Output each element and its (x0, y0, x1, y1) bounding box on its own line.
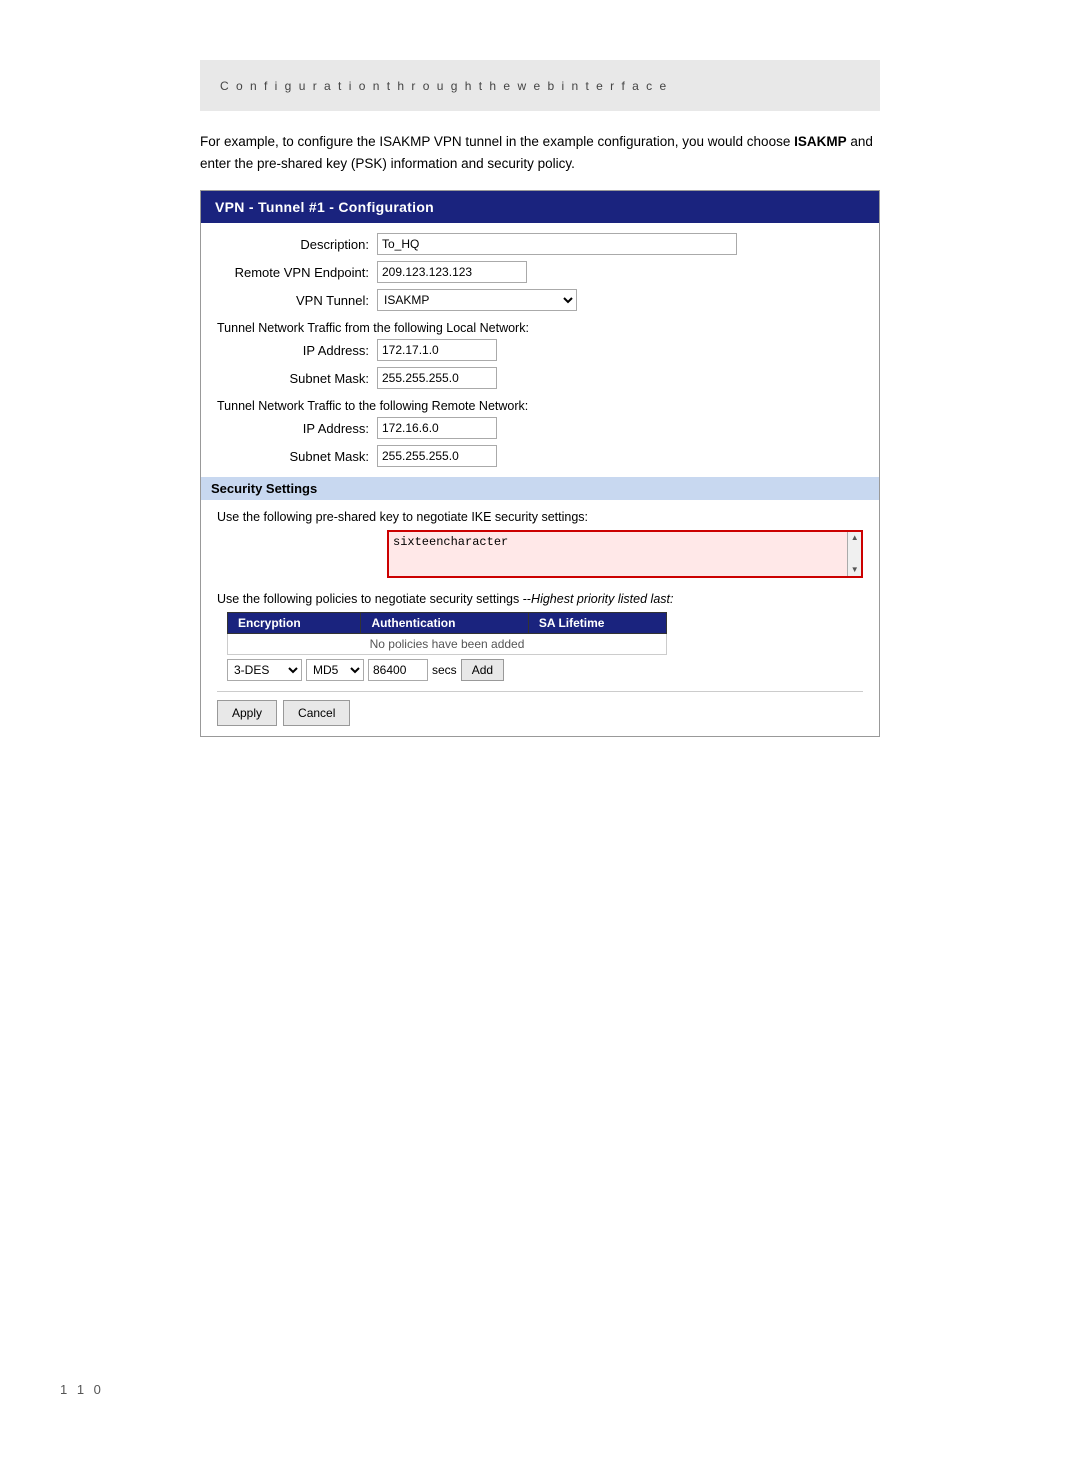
policies-instruction-text: Use the following policies to negotiate … (217, 592, 531, 606)
vpn-tunnel-label: VPN Tunnel: (217, 293, 377, 308)
policies-instruction-italic: Highest priority listed last: (531, 592, 673, 606)
remote-endpoint-label: Remote VPN Endpoint: (217, 265, 377, 280)
cancel-button[interactable]: Cancel (283, 700, 350, 726)
content-area: For example, to configure the ISAKMP VPN… (200, 111, 880, 737)
vpn-panel-title: VPN - Tunnel #1 - Configuration (215, 199, 434, 215)
security-settings-label: Security Settings (211, 481, 317, 496)
remote-network-section: Tunnel Network Traffic to the following … (217, 399, 863, 467)
local-ip-label: IP Address: (217, 343, 377, 358)
description-label: Description: (217, 237, 377, 252)
policies-label: Use the following policies to negotiate … (217, 592, 863, 606)
vpn-panel: VPN - Tunnel #1 - Configuration Descript… (200, 190, 880, 737)
vpn-tunnel-select[interactable]: ISAKMP (377, 289, 577, 311)
remote-ip-input[interactable] (377, 417, 497, 439)
policies-table: Encryption Authentication SA Lifetime No… (227, 612, 667, 655)
local-mask-input[interactable] (377, 367, 497, 389)
psk-instruction: Use the following pre-shared key to nego… (217, 510, 863, 524)
scrollbar-up-arrow: ▲ (850, 533, 860, 543)
scrollbar-down-arrow: ▼ (850, 565, 860, 575)
add-policy-row: 3-DES DES AES-128 AES-256 MD5 SHA1 secs … (227, 659, 863, 681)
security-settings-bar: Security Settings (201, 477, 879, 500)
page-wrapper: C o n f i g u r a t i o n t h r o u g h … (0, 60, 1080, 1457)
lifetime-input[interactable] (368, 659, 428, 681)
vpn-panel-header: VPN - Tunnel #1 - Configuration (201, 191, 879, 223)
intro-bold: ISAKMP (794, 134, 847, 149)
auth-select[interactable]: MD5 SHA1 (306, 659, 364, 681)
remote-network-heading: Tunnel Network Traffic to the following … (217, 399, 863, 413)
remote-mask-row: Subnet Mask: (217, 445, 863, 467)
col-sa-lifetime: SA Lifetime (528, 613, 666, 634)
intro-text1: For example, to configure the ISAKMP VPN… (200, 134, 794, 149)
psk-textarea-wrapper: ▲ ▼ (387, 530, 863, 578)
local-network-heading: Tunnel Network Traffic from the followin… (217, 321, 863, 335)
no-policies-text: No policies have been added (228, 634, 667, 655)
local-mask-row: Subnet Mask: (217, 367, 863, 389)
col-encryption: Encryption (228, 613, 361, 634)
action-row: Apply Cancel (217, 691, 863, 726)
banner-label: C o n f i g u r a t i o n t h r o u g h … (220, 79, 668, 93)
description-input[interactable] (377, 233, 737, 255)
remote-endpoint-row: Remote VPN Endpoint: (217, 261, 863, 283)
policies-table-header-row: Encryption Authentication SA Lifetime (228, 613, 667, 634)
lifetime-unit-label: secs (432, 663, 457, 677)
policies-section: Use the following policies to negotiate … (217, 592, 863, 681)
psk-scrollbar: ▲ ▼ (847, 532, 861, 576)
local-ip-row: IP Address: (217, 339, 863, 361)
local-ip-input[interactable] (377, 339, 497, 361)
remote-mask-input[interactable] (377, 445, 497, 467)
no-policies-row: No policies have been added (228, 634, 667, 655)
add-policy-button[interactable]: Add (461, 659, 504, 681)
local-network-section: Tunnel Network Traffic from the followin… (217, 321, 863, 389)
psk-row: ▲ ▼ (217, 530, 863, 578)
remote-ip-row: IP Address: (217, 417, 863, 439)
remote-mask-label: Subnet Mask: (217, 449, 377, 464)
local-mask-label: Subnet Mask: (217, 371, 377, 386)
col-authentication: Authentication (361, 613, 528, 634)
page-number: 1 1 0 (60, 1382, 104, 1397)
apply-button[interactable]: Apply (217, 700, 277, 726)
psk-textarea[interactable] (389, 532, 847, 576)
top-banner: C o n f i g u r a t i o n t h r o u g h … (200, 60, 880, 111)
remote-ip-label: IP Address: (217, 421, 377, 436)
encryption-select[interactable]: 3-DES DES AES-128 AES-256 (227, 659, 302, 681)
remote-endpoint-input[interactable] (377, 261, 527, 283)
vpn-panel-body: Description: Remote VPN Endpoint: VPN Tu… (201, 223, 879, 736)
intro-paragraph: For example, to configure the ISAKMP VPN… (200, 131, 880, 174)
vpn-tunnel-row: VPN Tunnel: ISAKMP (217, 289, 863, 311)
description-row: Description: (217, 233, 863, 255)
